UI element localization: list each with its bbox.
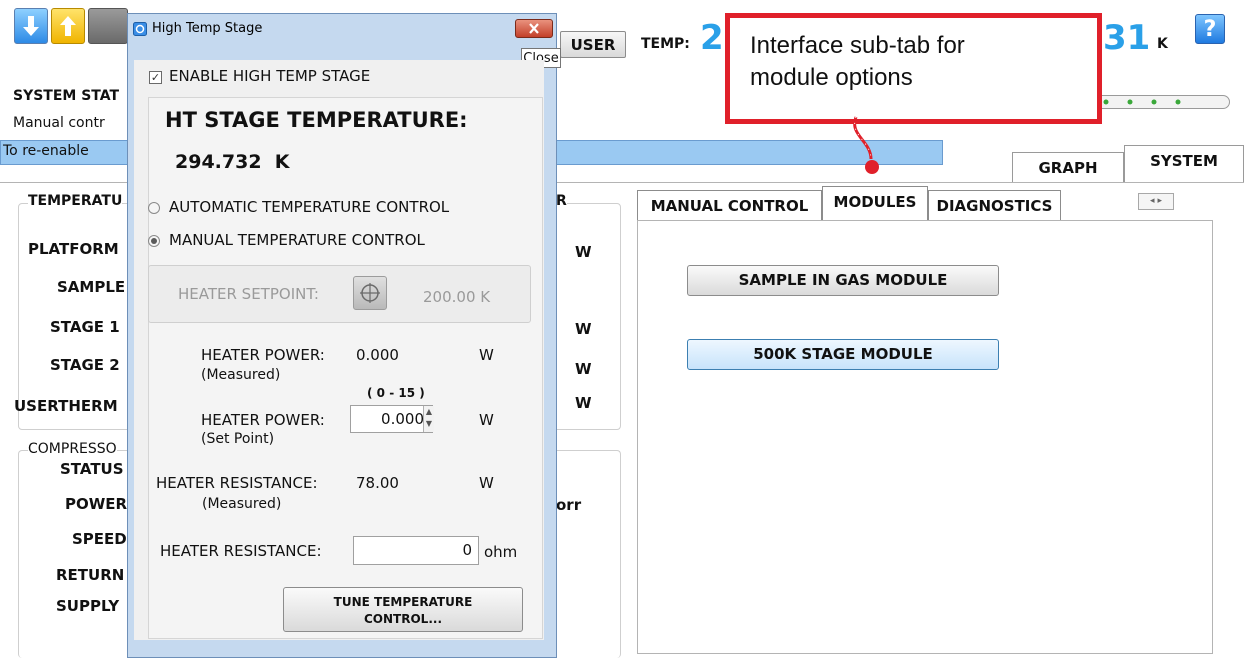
stage1-unit: W: [575, 320, 592, 338]
compressor-group-header: COMPRESSO: [28, 441, 117, 457]
subtab-scroll-arrows[interactable]: ◂ ▸: [1138, 193, 1174, 210]
usertherm-label: USERTHERM: [14, 397, 118, 415]
heater-power-measured-label: HEATER POWER:: [201, 346, 325, 364]
platform-label: PLATFORM: [28, 240, 119, 258]
toolbar-button-3[interactable]: [88, 8, 128, 44]
manual-control-radio[interactable]: [148, 235, 160, 247]
heater-resistance-measured-label: HEATER RESISTANCE:: [156, 474, 318, 492]
close-icon: [529, 23, 539, 34]
callout-pointer: [853, 116, 879, 174]
temp-unit: K: [1157, 36, 1168, 52]
dialog-title: High Temp Stage: [152, 21, 263, 36]
spin-up-icon[interactable]: ▲: [424, 406, 434, 418]
annotation-callout: Interface sub-tab for module options: [725, 13, 1102, 124]
heater-power-set-input[interactable]: 0.000: [350, 405, 433, 433]
callout-text: Interface sub-tab for module options: [750, 32, 965, 91]
status-indicator-bar: [1095, 95, 1230, 109]
system-status-message: Manual contr: [13, 115, 105, 131]
upload-button[interactable]: [51, 8, 85, 44]
stage2-unit: W: [575, 360, 592, 378]
heater-resistance-measured-sub: (Measured): [202, 496, 282, 512]
heater-resistance-label: HEATER RESISTANCE:: [160, 542, 322, 560]
heater-resistance-measured-value: 78.00: [356, 474, 399, 492]
500k-stage-module-button[interactable]: 500K STAGE MODULE: [687, 339, 999, 370]
tab-system[interactable]: SYSTEM: [1124, 145, 1244, 182]
manual-control-label: MANUAL TEMPERATURE CONTROL: [169, 231, 425, 249]
heater-power-set-sub: (Set Point): [201, 431, 275, 447]
tab-graph[interactable]: GRAPH: [1012, 152, 1124, 182]
subtab-diagnostics[interactable]: DIAGNOSTICS: [928, 190, 1061, 220]
heater-setpoint-value: 200.00 K: [423, 288, 491, 306]
heater-power-measured-unit: W: [479, 346, 494, 364]
download-button[interactable]: [14, 8, 48, 44]
scroll-right-icon[interactable]: ▸: [1157, 196, 1162, 206]
compressor-power-label: POWER: [65, 495, 128, 513]
temperature-group-header-suffix: R: [556, 193, 567, 209]
crosshair-icon: [360, 283, 380, 303]
heater-resistance-unit: ohm: [484, 543, 518, 561]
sample-label: SAMPLE: [57, 278, 126, 296]
heater-setpoint-label: HEATER SETPOINT:: [178, 285, 319, 303]
heater-power-measured-value: 0.000: [356, 346, 399, 364]
tune-button-line2: CONTROL...: [364, 612, 442, 626]
heater-resistance-input[interactable]: 0: [353, 536, 479, 565]
status-message-text: To re-enable: [3, 143, 89, 159]
stage1-label: STAGE 1: [50, 318, 120, 336]
system-status-label: SYSTEM STAT: [13, 88, 120, 104]
scroll-left-icon[interactable]: ◂: [1150, 196, 1155, 206]
setpoint-target-button[interactable]: [353, 276, 387, 310]
auto-control-radio[interactable]: [148, 202, 160, 214]
heater-power-range: ( 0 - 15 ): [367, 386, 425, 400]
heater-power-measured-sub: (Measured): [201, 367, 281, 383]
user-button[interactable]: USER: [560, 31, 626, 58]
tune-button-line1: TUNE TEMPERATURE: [333, 595, 473, 609]
sample-in-gas-module-button[interactable]: SAMPLE IN GAS MODULE: [687, 265, 999, 296]
compressor-return-label: RETURN: [56, 566, 125, 584]
help-button[interactable]: ?: [1195, 14, 1225, 44]
heater-power-set-label: HEATER POWER:: [201, 411, 325, 429]
heater-power-set-unit: W: [479, 411, 494, 429]
temp-label: TEMP:: [641, 36, 690, 52]
ht-stage-title: HT STAGE TEMPERATURE:: [165, 108, 468, 132]
compressor-supply-label: SUPPLY: [56, 597, 120, 615]
enable-high-temp-checkbox[interactable]: ✓: [149, 71, 162, 84]
platform-unit: W: [575, 243, 592, 261]
heater-resistance-measured-unit: W: [479, 474, 494, 492]
usertherm-unit: W: [575, 394, 592, 412]
ht-stage-value: 294.732 K: [175, 151, 290, 173]
compressor-status-label: STATUS: [60, 460, 124, 478]
temp-value-left: 2: [700, 18, 724, 58]
heater-power-spinner[interactable]: ▲ ▼: [423, 406, 434, 432]
temperature-group-header: TEMPERATU: [28, 193, 123, 209]
subtab-modules[interactable]: MODULES: [822, 186, 928, 221]
dialog-close-button[interactable]: [515, 19, 553, 38]
tune-temperature-control-button[interactable]: TUNE TEMPERATURE CONTROL...: [283, 587, 523, 632]
stage2-label: STAGE 2: [50, 356, 120, 374]
status-dots-icon: [1103, 99, 1181, 105]
spin-down-icon[interactable]: ▼: [424, 418, 434, 430]
app-window-icon: [133, 22, 147, 36]
temp-value-right: 31: [1103, 18, 1151, 58]
subtab-manual-control[interactable]: MANUAL CONTROL: [637, 190, 822, 220]
pressure-unit: orr: [556, 496, 582, 514]
auto-control-label: AUTOMATIC TEMPERATURE CONTROL: [169, 198, 450, 216]
arrow-down-icon: [23, 16, 39, 36]
enable-high-temp-label: ENABLE HIGH TEMP STAGE: [169, 67, 371, 85]
compressor-speed-label: SPEED: [72, 530, 127, 548]
arrow-up-icon: [60, 16, 76, 36]
